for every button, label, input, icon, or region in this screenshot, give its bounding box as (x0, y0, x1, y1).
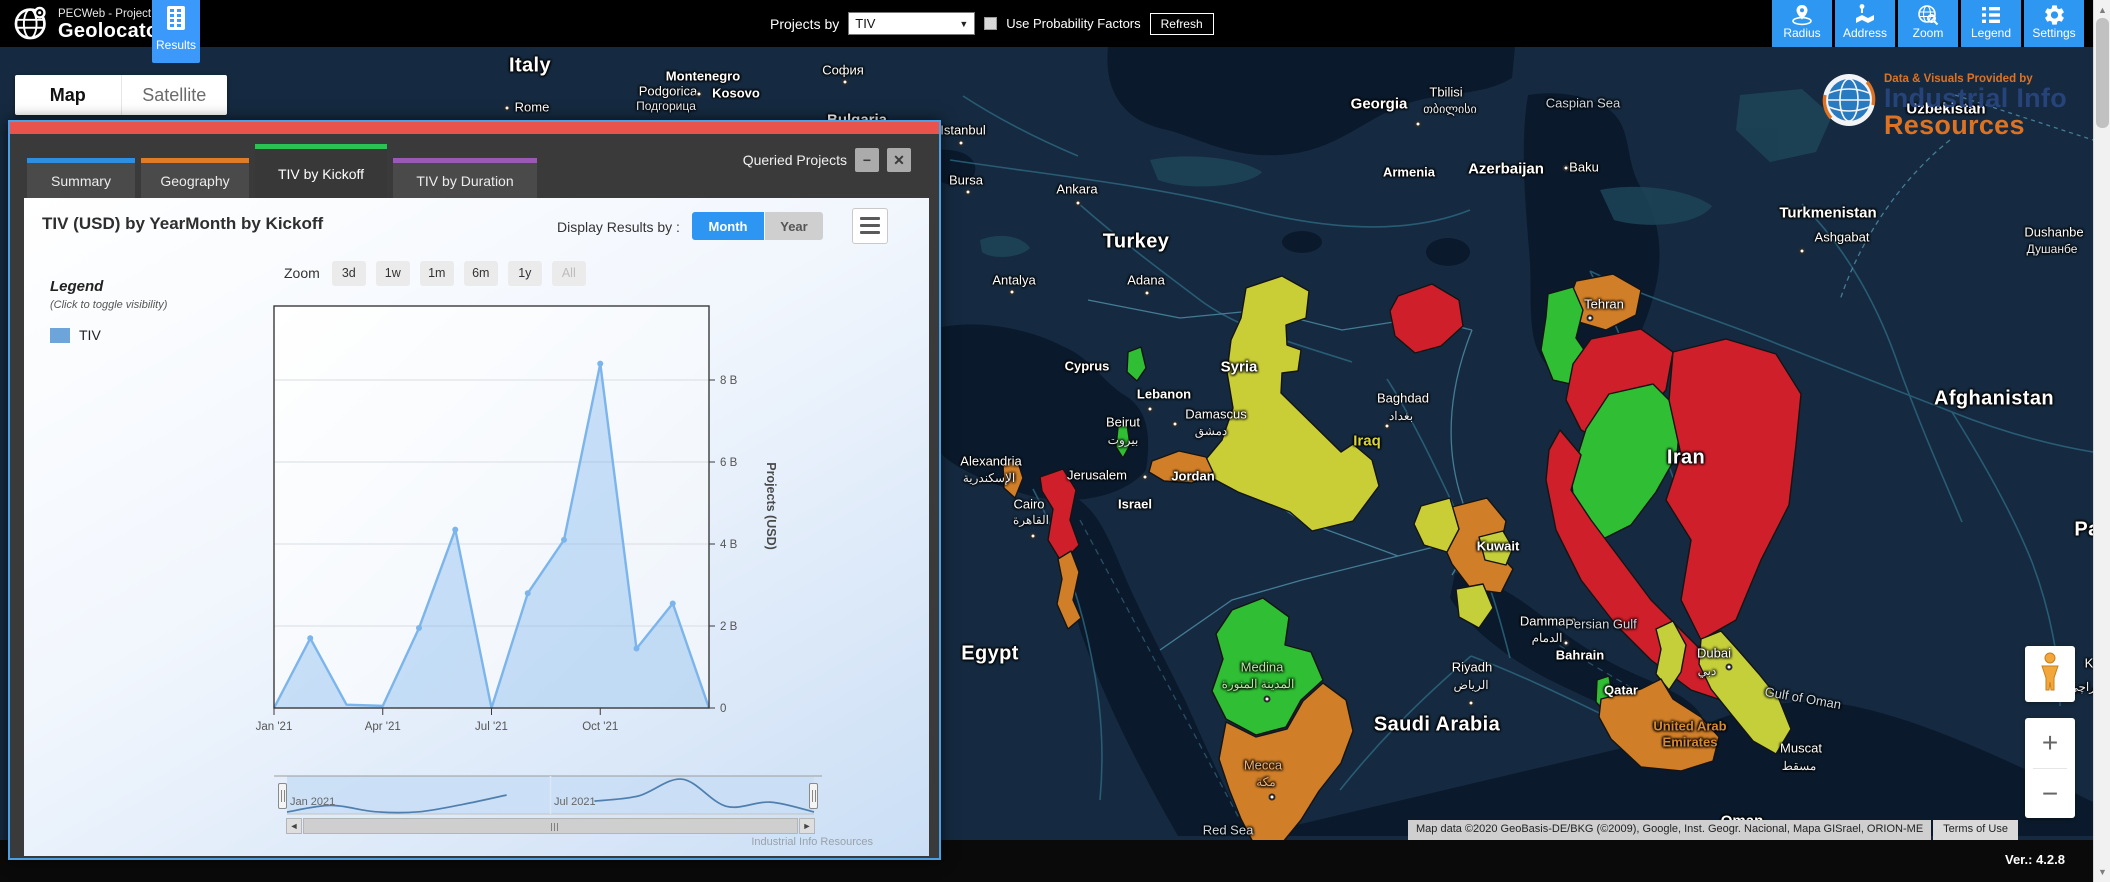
region-polygon (1127, 347, 1146, 381)
projects-by-select[interactable]: TIV ▼ (848, 12, 975, 35)
address-map-icon (1835, 0, 1895, 26)
select-caret-icon: ▼ (959, 19, 968, 29)
tab-geography[interactable]: Geography (141, 158, 249, 198)
iir-logo: Data & Visuals Provided by Industrial In… (1822, 73, 2067, 139)
iir-name-line1: Industrial Info (1884, 85, 2067, 112)
terms-of-use-link[interactable]: Terms of Use (1933, 820, 2018, 840)
globe-magnifier-icon (1898, 0, 1958, 26)
scrollbar-grip-icon (551, 823, 558, 831)
header-query-controls: Projects by TIV ▼ Use Probability Factor… (770, 0, 1214, 47)
refresh-button[interactable]: Refresh (1150, 13, 1214, 35)
navigator-label-right: Jul 2021 (554, 796, 596, 808)
x-tick-label: Jul '21 (475, 721, 508, 733)
scroll-thumb[interactable] (2096, 18, 2109, 128)
probability-factors-checkbox[interactable] (984, 17, 997, 30)
scrollbar-track[interactable] (303, 818, 798, 834)
y-tick-label: 2 B (720, 621, 738, 633)
queried-projects-title: Queried Projects (743, 152, 847, 168)
app-title-line1: PECWeb - Project (58, 8, 167, 20)
terrain-patches (980, 89, 1832, 257)
navigator-left-handle[interactable] (278, 783, 287, 809)
zoom-in-button[interactable]: + (2025, 718, 2075, 768)
data-point-marker[interactable] (634, 646, 640, 652)
tab-tiv-by-kickoff[interactable]: TIV by Kickoff (255, 144, 387, 198)
map-type-satellite-button[interactable]: Satellite (121, 75, 228, 115)
map-type-map-button[interactable]: Map (15, 75, 121, 115)
y-tick-label: 6 B (720, 457, 738, 469)
y-tick-label: 8 B (720, 375, 738, 387)
zoom-out-button[interactable]: − (2025, 769, 2075, 819)
globe-pin-icon (12, 4, 50, 47)
y-axis-title: Projects (USD) (764, 406, 778, 606)
nav-button-zoom[interactable]: Zoom (1898, 0, 1958, 47)
data-point-marker[interactable] (452, 527, 458, 533)
tab-summary[interactable]: Summary (27, 158, 135, 198)
nav-button-address[interactable]: Address (1835, 0, 1895, 47)
data-point-marker[interactable] (561, 537, 567, 543)
attribution-text: Map data ©2020 GeoBasis-DE/BKG (©2009), … (1408, 820, 1931, 840)
chart-panel-content: TIV (USD) by YearMonth by Kickoff Displa… (24, 198, 929, 856)
data-point-marker[interactable] (525, 590, 531, 596)
panel-top-bar[interactable] (10, 122, 939, 134)
map-type-control: Map Satellite (15, 75, 227, 115)
data-point-marker[interactable] (597, 361, 603, 367)
queried-projects-panel: SummaryGeographyTIV by KickoffTIV by Dur… (8, 120, 941, 860)
x-tick-label: Oct '21 (582, 721, 618, 733)
projects-by-label: Projects by (770, 16, 839, 32)
app-root: ItalyRomeMontenegroPodgoricaПодгорицаKos… (0, 0, 2110, 882)
page-scrollbar[interactable]: ▲ ▼ (2093, 0, 2110, 882)
x-tick-label: Apr '21 (365, 721, 401, 733)
panel-minimize-button[interactable]: − (855, 148, 879, 172)
map-zoom-control: + − (2025, 718, 2075, 818)
scroll-down-icon[interactable]: ▼ (2094, 864, 2110, 880)
projects-by-value: TIV (855, 16, 875, 31)
scrollbar-left-arrow[interactable]: ◄ (286, 818, 302, 834)
app-logo: PECWeb - Project Geolocator (12, 4, 167, 47)
probability-factors-label: Use Probability Factors (1006, 16, 1140, 31)
tiv-area-chart: 0 2 B 4 B 6 B 8 B Jan '21 Apr '21 Jul '21 Oct '2… (24, 198, 929, 856)
region-polygon (1149, 451, 1213, 483)
x-tick-label: Jan '21 (256, 721, 293, 733)
nav-button-settings[interactable]: Settings (2024, 0, 2084, 47)
scroll-up-icon[interactable]: ▲ (2094, 2, 2110, 18)
navigator-label-left: Jan 2021 (290, 796, 335, 808)
region-polygon (1390, 284, 1463, 353)
region-polygon (1666, 339, 1801, 640)
data-point-marker[interactable] (307, 635, 313, 641)
nav-button-legend[interactable]: Legend (1961, 0, 2021, 47)
nav-button-radius[interactable]: Radius (1772, 0, 1832, 47)
data-point-marker[interactable] (416, 625, 422, 631)
app-title-line2: Geolocator (58, 20, 167, 43)
panel-close-button[interactable]: ✕ (887, 148, 911, 172)
chart-credit: Industrial Info Resources (751, 836, 873, 848)
results-label: Results (152, 38, 200, 52)
scrollbar-right-arrow[interactable]: ► (799, 818, 815, 834)
results-button[interactable]: Results (152, 0, 200, 63)
iir-name-line2: Resources (1884, 112, 2067, 139)
y-tick-label: 4 B (720, 539, 738, 551)
y-tick-label: 0 (720, 703, 726, 715)
gear-icon (2024, 0, 2084, 26)
radius-pin-icon (1772, 0, 1832, 26)
tab-tiv-by-duration[interactable]: TIV by Duration (393, 158, 537, 198)
iir-globe-icon (1822, 73, 1876, 132)
results-report-icon (152, 0, 200, 36)
pegman-icon (2037, 652, 2063, 697)
project-regions[interactable] (1003, 274, 1801, 848)
map-attribution: Map data ©2020 GeoBasis-DE/BKG (©2009), … (1408, 820, 2018, 840)
pegman-control[interactable] (2025, 646, 2075, 702)
version-text: Ver.: 4.2.8 (2005, 852, 2065, 867)
app-header: PECWeb - Project Geolocator Projects by … (0, 0, 2110, 47)
legend-list-icon (1961, 0, 2021, 26)
data-point-marker[interactable] (670, 600, 676, 606)
navigator-right-handle[interactable] (809, 783, 818, 809)
water-shapes (938, 47, 2093, 836)
